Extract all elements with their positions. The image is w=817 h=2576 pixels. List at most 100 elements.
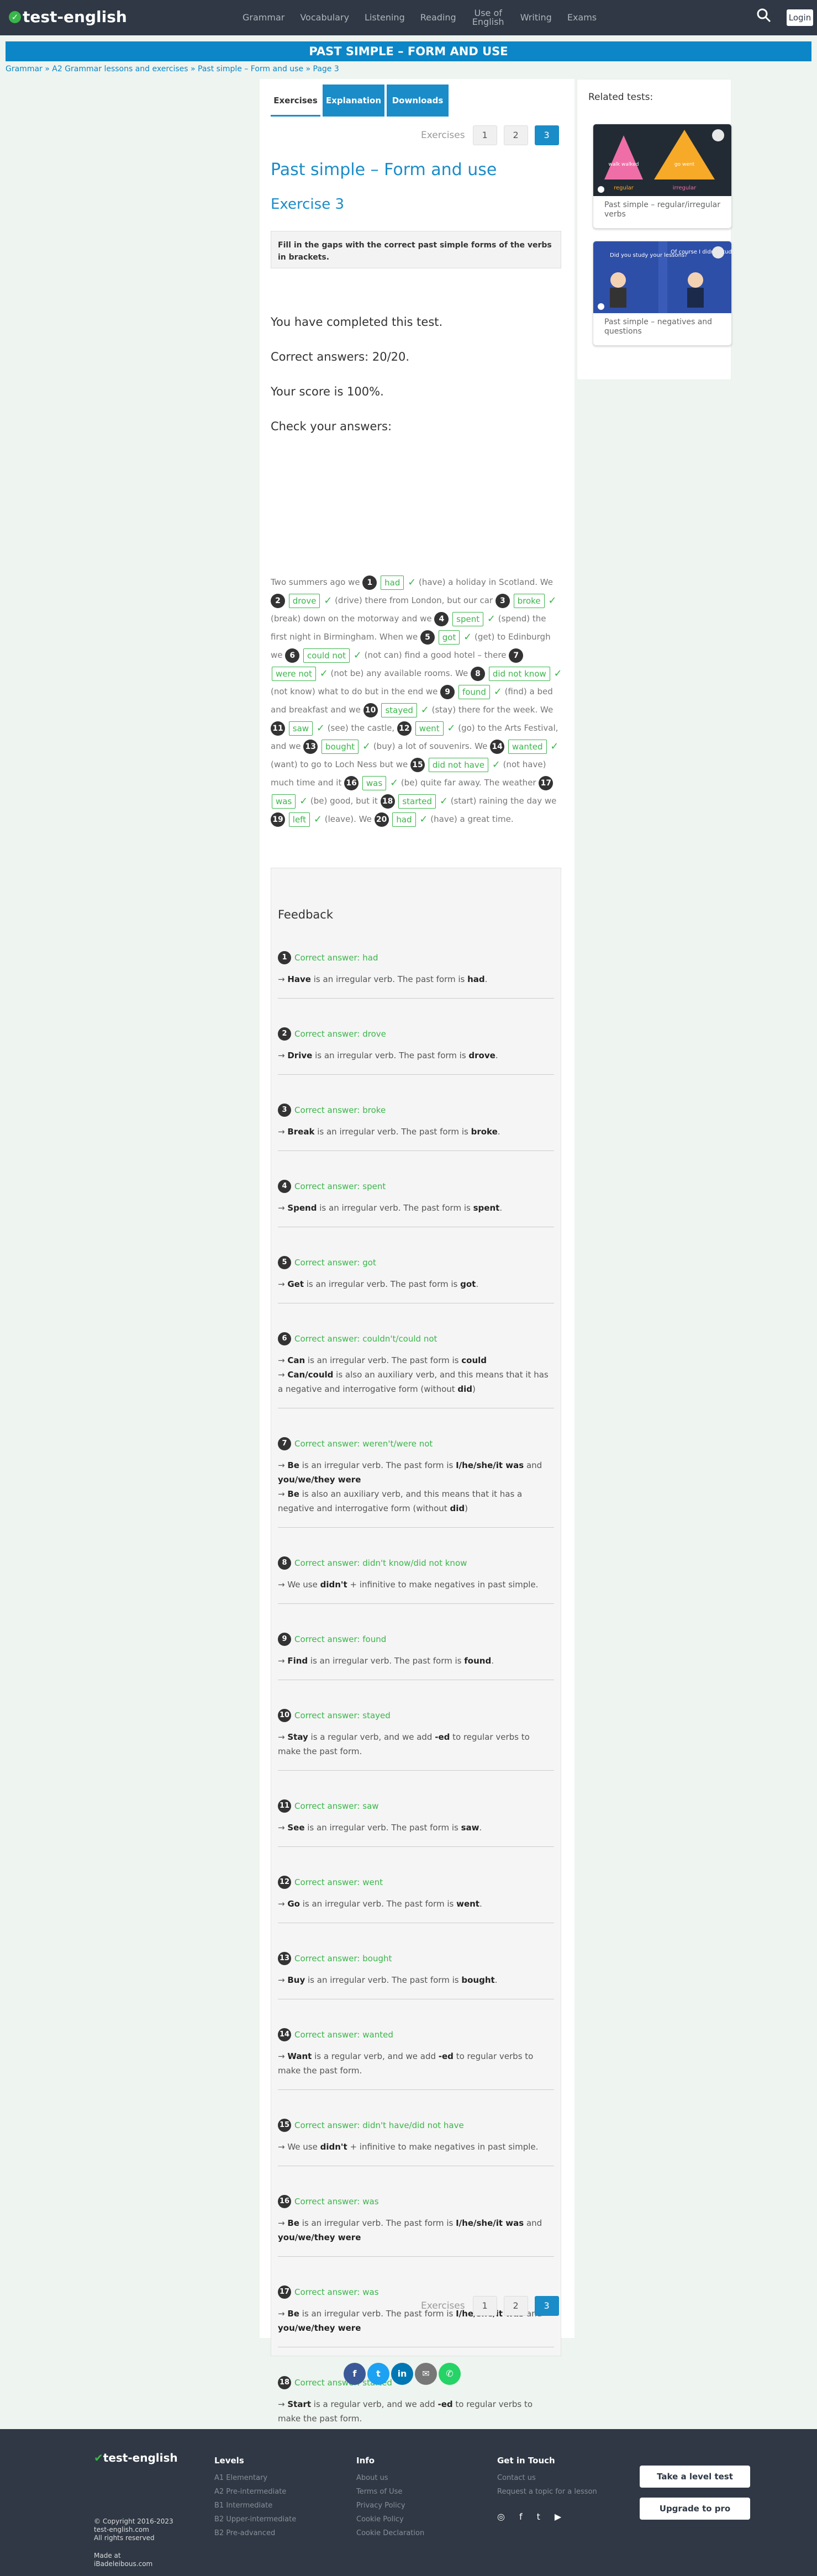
gap-answer[interactable]: left bbox=[288, 812, 310, 827]
exercise-title: Exercise 3 bbox=[271, 196, 344, 213]
footer-link[interactable]: Request a topic for a lesson bbox=[497, 2485, 597, 2499]
explanation-bold: went bbox=[456, 1899, 479, 1909]
page-1-button[interactable]: 1 bbox=[472, 2296, 497, 2316]
feedback-explanation: → Buy is an irregular verb. The past for… bbox=[278, 1973, 554, 1987]
gap-answer[interactable]: could not bbox=[303, 648, 350, 663]
page-2-button[interactable]: 2 bbox=[503, 125, 528, 145]
nav-writing[interactable]: Writing bbox=[520, 13, 552, 22]
footer-link[interactable]: B2 Upper-intermediate bbox=[214, 2512, 296, 2526]
footer-link[interactable]: Contact us bbox=[497, 2471, 597, 2485]
related-test-caption[interactable]: Past simple – regular/irregular verbs bbox=[604, 200, 726, 219]
gap-answer[interactable]: found bbox=[458, 684, 490, 699]
footer-link[interactable]: B2 Pre-advanced bbox=[214, 2526, 296, 2540]
tab-explanation[interactable]: Explanation bbox=[323, 85, 384, 117]
twitter-icon[interactable]: t bbox=[537, 2510, 540, 2524]
gap-answer[interactable]: started bbox=[398, 794, 436, 809]
facebook-icon[interactable]: f bbox=[344, 2363, 366, 2385]
email-icon[interactable]: ✉ bbox=[415, 2363, 437, 2385]
breadcrumb[interactable]: Grammar » A2 Grammar lessons and exercis… bbox=[6, 65, 339, 73]
explanation-bold: you/we/they were bbox=[278, 1475, 361, 1485]
footer-link[interactable]: B1 Intermediate bbox=[214, 2499, 296, 2512]
passage-text: (not be) any available rooms. We bbox=[328, 668, 471, 678]
search-icon[interactable] bbox=[756, 8, 772, 23]
explanation-bold: Spend bbox=[287, 1203, 317, 1213]
gap-answer[interactable]: wanted bbox=[508, 739, 547, 754]
youtube-icon[interactable]: ▶ bbox=[555, 2510, 561, 2524]
gap-answer[interactable]: went bbox=[415, 721, 444, 736]
feedback-number: 3 bbox=[278, 1104, 291, 1117]
gap-answer[interactable]: were not bbox=[272, 666, 316, 681]
explanation-line: → Want is a regular verb, and we add -ed… bbox=[278, 2049, 554, 2078]
explanation-text: . bbox=[479, 1899, 482, 1909]
explanation-text: is an irregular verb. The past form is bbox=[299, 1460, 456, 1470]
footer-link[interactable]: A1 Elementary bbox=[214, 2471, 296, 2485]
login-button[interactable]: Login bbox=[787, 9, 813, 26]
feedback-explanation: → Spend is an irregular verb. The past f… bbox=[278, 1201, 554, 1215]
instagram-icon[interactable]: ◎ bbox=[497, 2510, 505, 2524]
pager-bottom: Exercises 1 2 3 bbox=[421, 2296, 566, 2316]
upgrade-to-pro-button[interactable]: Upgrade to pro bbox=[640, 2498, 750, 2520]
check-icon: ✓ bbox=[299, 795, 308, 807]
facebook-icon[interactable]: f bbox=[519, 2510, 523, 2524]
gap-answer[interactable]: did not have bbox=[428, 757, 488, 772]
explanation-bold: Be bbox=[287, 1489, 299, 1499]
gap-answer[interactable]: was bbox=[362, 775, 387, 790]
gap-answer[interactable]: was bbox=[272, 794, 296, 809]
explanation-text: is an irregular verb. The past form is bbox=[308, 1656, 465, 1666]
twitter-icon[interactable]: t bbox=[367, 2363, 389, 2385]
nav-reading[interactable]: Reading bbox=[420, 13, 456, 22]
page-1-button[interactable]: 1 bbox=[472, 125, 497, 145]
take-level-test-button[interactable]: Take a level test bbox=[640, 2466, 750, 2488]
related-test-card[interactable]: Did you study your lessons? Of course I … bbox=[593, 241, 732, 346]
nav-vocabulary[interactable]: Vocabulary bbox=[300, 13, 349, 22]
correct-answer: 8 Correct answer: didn't know/did not kno… bbox=[278, 1556, 554, 1570]
gap-answer[interactable]: had bbox=[381, 575, 404, 590]
footer-link[interactable]: Terms of Use bbox=[356, 2485, 424, 2499]
footer-link[interactable]: Cookie Policy bbox=[356, 2512, 424, 2526]
footer-logo[interactable]: ✔test-english bbox=[94, 2451, 178, 2465]
nav-listening[interactable]: Listening bbox=[365, 13, 405, 22]
explanation-bold: didn't bbox=[320, 1580, 347, 1590]
feedback-item: 8 Correct answer: didn't know/did not kno… bbox=[278, 1556, 554, 1604]
correct-answer-text: Correct answer: saw bbox=[294, 1801, 379, 1811]
gap-answer[interactable]: saw bbox=[288, 721, 313, 736]
footer-link[interactable]: Cookie Declaration bbox=[356, 2526, 424, 2540]
site-logo[interactable]: ✓ test-english bbox=[9, 8, 127, 26]
arrow-icon: → bbox=[278, 1203, 288, 1213]
nav-grammar[interactable]: Grammar bbox=[243, 13, 284, 22]
footer-link[interactable]: About us bbox=[356, 2471, 424, 2485]
footer-link[interactable]: Privacy Policy bbox=[356, 2499, 424, 2512]
whatsapp-icon[interactable]: ✆ bbox=[439, 2363, 461, 2385]
gap-answer[interactable]: broke bbox=[513, 593, 545, 608]
footer-link[interactable]: A2 Pre-intermediate bbox=[214, 2485, 296, 2499]
gap-answer[interactable]: stayed bbox=[381, 703, 417, 717]
explanation-bold: Break bbox=[287, 1127, 315, 1137]
feedback-item: 6 Correct answer: couldn't/could not → Can… bbox=[278, 1332, 554, 1408]
tab-exercises[interactable]: Exercises bbox=[271, 85, 320, 117]
page-3-button[interactable]: 3 bbox=[534, 2296, 559, 2316]
related-test-caption[interactable]: Past simple – negatives and questions bbox=[604, 318, 726, 336]
passage-text: (drive) there from London, but our car bbox=[332, 595, 496, 605]
linkedin-icon[interactable]: in bbox=[391, 2363, 413, 2385]
explanation-bold: Be bbox=[287, 2309, 299, 2319]
gap-answer[interactable]: drove bbox=[288, 593, 320, 608]
nav-use-of-english[interactable]: Use of English bbox=[472, 9, 505, 27]
gap-answer[interactable]: bought bbox=[321, 739, 359, 754]
gap-answer[interactable]: spent bbox=[452, 611, 484, 626]
explanation-bold: Go bbox=[287, 1899, 300, 1909]
check-icon: ✓ bbox=[550, 741, 559, 752]
related-test-card[interactable]: walk walked go went regular irregular Pa… bbox=[593, 124, 732, 229]
feedback-item: 17 Correct answer: was → Be is an irregula… bbox=[278, 2285, 554, 2347]
page-3-button[interactable]: 3 bbox=[534, 125, 559, 145]
check-icon: ✓ bbox=[463, 631, 472, 643]
feedback-number: 6 bbox=[278, 1332, 291, 1345]
page-2-button[interactable]: 2 bbox=[503, 2296, 528, 2316]
tab-downloads[interactable]: Downloads bbox=[387, 85, 449, 117]
gap-answer[interactable]: had bbox=[392, 812, 416, 827]
arrow-icon: → bbox=[278, 1656, 288, 1666]
gap-answer[interactable]: did not know bbox=[488, 666, 550, 681]
nav-exams[interactable]: Exams bbox=[567, 13, 597, 22]
gap-number: 13 bbox=[303, 739, 318, 754]
made-site[interactable]: iBadeleibous.com bbox=[94, 2560, 152, 2568]
gap-answer[interactable]: got bbox=[438, 630, 460, 645]
